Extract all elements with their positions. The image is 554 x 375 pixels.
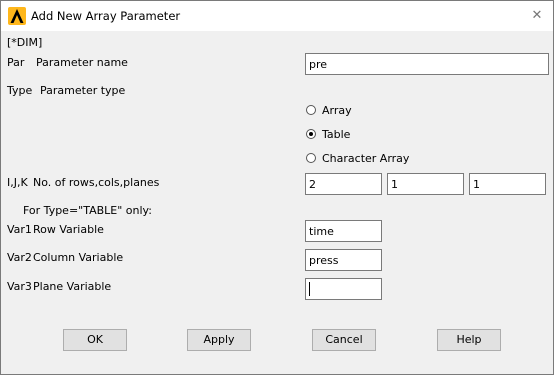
radio-button[interactable] [306, 129, 316, 139]
cols-input[interactable]: 1 [387, 173, 464, 195]
dialog-window: Add New Array Parameter ✕ [*DIM] Par Par… [0, 0, 554, 375]
radio-array-label: Array [322, 104, 352, 117]
ansys-logo-icon [8, 7, 26, 25]
var3-tag: Var3 [7, 280, 32, 293]
close-icon[interactable]: ✕ [527, 6, 547, 26]
column-variable-label: Column Variable [33, 251, 124, 264]
row-variable-label: Row Variable [33, 223, 104, 236]
planes-input[interactable]: 1 [469, 173, 546, 195]
window-title: Add New Array Parameter [31, 9, 181, 23]
radio-character-array-label: Character Array [322, 152, 410, 165]
type-tag: Type [7, 84, 33, 97]
rows-input[interactable]: 2 [305, 173, 382, 195]
ok-button[interactable]: OK [63, 329, 127, 351]
par-tag: Par [7, 56, 25, 69]
table-only-note: For Type="TABLE" only: [23, 204, 152, 217]
column-variable-input[interactable]: press [305, 249, 382, 271]
apply-button[interactable]: Apply [187, 329, 251, 351]
parameter-name-input[interactable]: pre [305, 53, 549, 75]
help-button[interactable]: Help [437, 329, 501, 351]
plane-variable-label: Plane Variable [33, 280, 112, 293]
radio-button[interactable] [306, 105, 316, 115]
var1-tag: Var1 [7, 223, 32, 236]
parameter-name-label: Parameter name [36, 56, 128, 69]
plane-variable-input[interactable] [305, 278, 382, 300]
cancel-button[interactable]: Cancel [312, 329, 376, 351]
title-bar[interactable]: Add New Array Parameter ✕ [1, 1, 553, 31]
var2-tag: Var2 [7, 251, 32, 264]
ijk-tag: I,J,K [7, 176, 28, 189]
row-variable-input[interactable]: time [305, 220, 382, 242]
rows-cols-planes-label: No. of rows,cols,planes [33, 176, 160, 189]
radio-button[interactable] [306, 153, 316, 163]
radio-table-label: Table [322, 128, 351, 141]
parameter-type-label: Parameter type [40, 84, 126, 97]
command-label: [*DIM] [7, 36, 43, 49]
